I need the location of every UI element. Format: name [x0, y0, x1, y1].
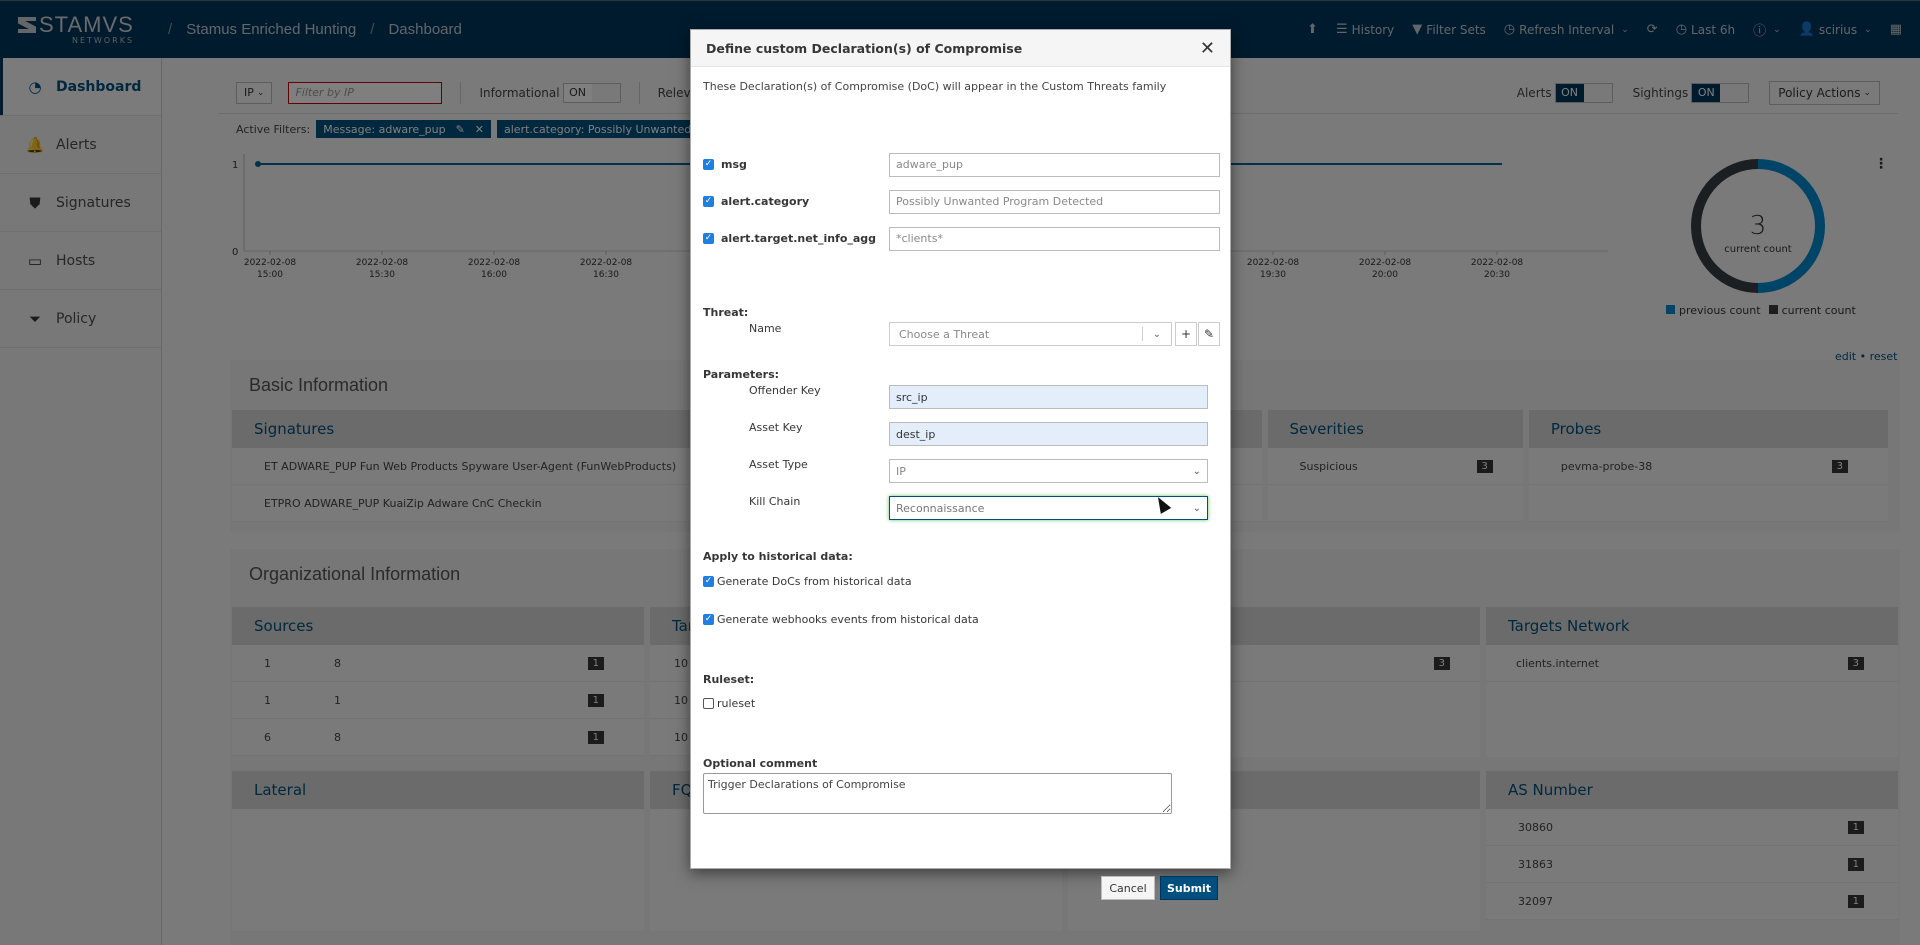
field-row-category: ✓ alert.category Possibly Unwanted Progr… [703, 189, 1220, 214]
ruleset-checkbox-row[interactable]: ruleset [703, 697, 755, 710]
modal-body: These Declaration(s) of Compromise (DoC)… [691, 80, 1230, 900]
doc-modal: Define custom Declaration(s) of Compromi… [690, 29, 1231, 900]
generate-webhooks-label: Generate webhooks events from historical… [717, 613, 979, 626]
asset-key-label: Asset Key [749, 421, 803, 434]
field-name: alert.target.net_info_agg [721, 232, 877, 245]
comment-textarea[interactable]: Trigger Declarations of Compromise [703, 773, 1172, 814]
add-threat-button[interactable]: + [1175, 322, 1197, 346]
asset-type-label: Asset Type [749, 458, 808, 471]
historical-label: Apply to historical data: [703, 550, 853, 563]
threat-label: Threat: [703, 306, 749, 319]
chevron-down-icon: ⌄ [1152, 328, 1162, 340]
asset-type-value: IP [896, 464, 906, 478]
field-value-input[interactable]: *clients* [889, 226, 1220, 251]
parameters-label: Parameters: [703, 368, 780, 381]
ruleset-label: Ruleset: [703, 673, 755, 686]
modal-header: Define custom Declaration(s) of Compromi… [691, 30, 1230, 67]
generate-docs-label: Generate DoCs from historical data [717, 575, 912, 588]
chevron-down-icon: ⌄ [1192, 465, 1201, 477]
asset-type-select[interactable]: IP ⌄ [889, 459, 1208, 483]
chevron-down-icon: ⌄ [1192, 502, 1201, 514]
modal-intro: These Declaration(s) of Compromise (DoC)… [703, 80, 1167, 93]
edit-threat-button[interactable]: ✎ [1198, 322, 1220, 346]
ruleset-option-label: ruleset [717, 697, 756, 710]
field-row-msg: ✓ msg adware_pup [703, 152, 1220, 177]
asset-key-input[interactable]: dest_ip [889, 422, 1208, 446]
threat-placeholder: Choose a Threat [899, 327, 990, 341]
field-name: alert.category [721, 195, 810, 208]
field-name: msg [721, 158, 747, 171]
generate-docs-checkbox[interactable]: ✓ [703, 576, 714, 587]
field-checkbox[interactable]: ✓ [703, 159, 714, 170]
generate-docs-checkbox-row[interactable]: ✓ Generate DoCs from historical data [703, 575, 912, 588]
threat-select[interactable]: Choose a Threat ⌄ [889, 322, 1172, 346]
offender-key-input[interactable]: src_ip [889, 385, 1208, 409]
field-checkbox[interactable]: ✓ [703, 196, 714, 207]
modal-title: Define custom Declaration(s) of Compromi… [706, 40, 1023, 56]
plus-icon: + [1180, 327, 1192, 341]
field-value-input[interactable]: Possibly Unwanted Program Detected [889, 189, 1220, 214]
generate-webhooks-checkbox[interactable]: ✓ [703, 614, 714, 625]
kill-chain-label: Kill Chain [749, 495, 801, 508]
threat-name-label: Name [749, 322, 782, 335]
comment-label: Optional comment [703, 757, 818, 770]
field-value-input[interactable]: adware_pup [889, 152, 1220, 177]
field-row-net-info: ✓ alert.target.net_info_agg *clients* [703, 226, 1220, 251]
close-icon[interactable]: ✕ [1200, 38, 1215, 59]
pencil-icon: ✎ [1203, 327, 1215, 341]
ruleset-checkbox[interactable] [703, 698, 714, 709]
generate-webhooks-checkbox-row[interactable]: ✓ Generate webhooks events from historic… [703, 613, 979, 626]
field-checkbox[interactable]: ✓ [703, 233, 714, 244]
cancel-button[interactable]: Cancel [1101, 876, 1155, 900]
kill-chain-value: Reconnaissance [896, 501, 985, 515]
submit-button[interactable]: Submit [1160, 876, 1218, 900]
offender-key-label: Offender Key [749, 384, 821, 397]
